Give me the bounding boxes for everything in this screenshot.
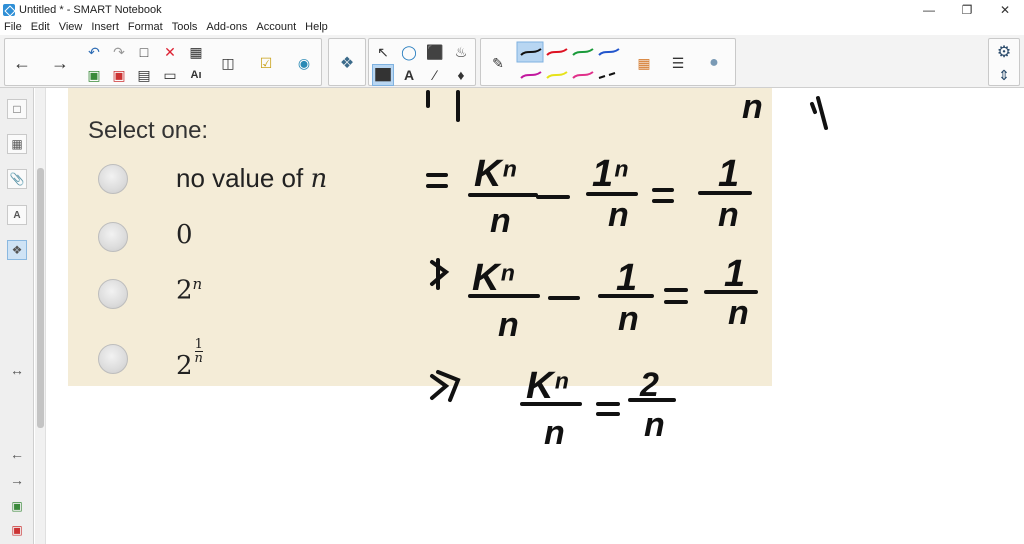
ink-equals [426,173,448,188]
ink-text: n [644,406,665,444]
ink-text: n [618,300,639,338]
ink-text: 1 [718,153,739,195]
ink-text: Kⁿ [474,153,517,195]
ink-implies [430,370,461,402]
ink-stroke [816,96,828,130]
ink-text: 2 [639,366,659,404]
ink-equals [664,288,688,304]
ink-implies [430,258,450,290]
ink-stroke [810,102,817,114]
ink-text: n [498,306,519,344]
ink-text: n [728,294,749,332]
ink-text: n [544,414,565,452]
ink-text: n [490,202,511,240]
ink-text: n [608,196,629,234]
ink-text: 1ⁿ [592,153,628,195]
ink-text: Kⁿ [472,257,515,299]
ink-equals [652,188,674,203]
ink-text: Kⁿ [526,365,569,407]
ink-text: n [718,196,739,234]
ink-text: 1 [616,257,637,299]
ink-text: 1 [724,253,745,295]
handwritten-ink: n Kⁿ n 1ⁿ n 1 n Kⁿ n 1 n 1 n Kⁿ n 2 n [426,88,828,452]
ink-equals [596,402,620,416]
ink-text: n [742,88,763,126]
